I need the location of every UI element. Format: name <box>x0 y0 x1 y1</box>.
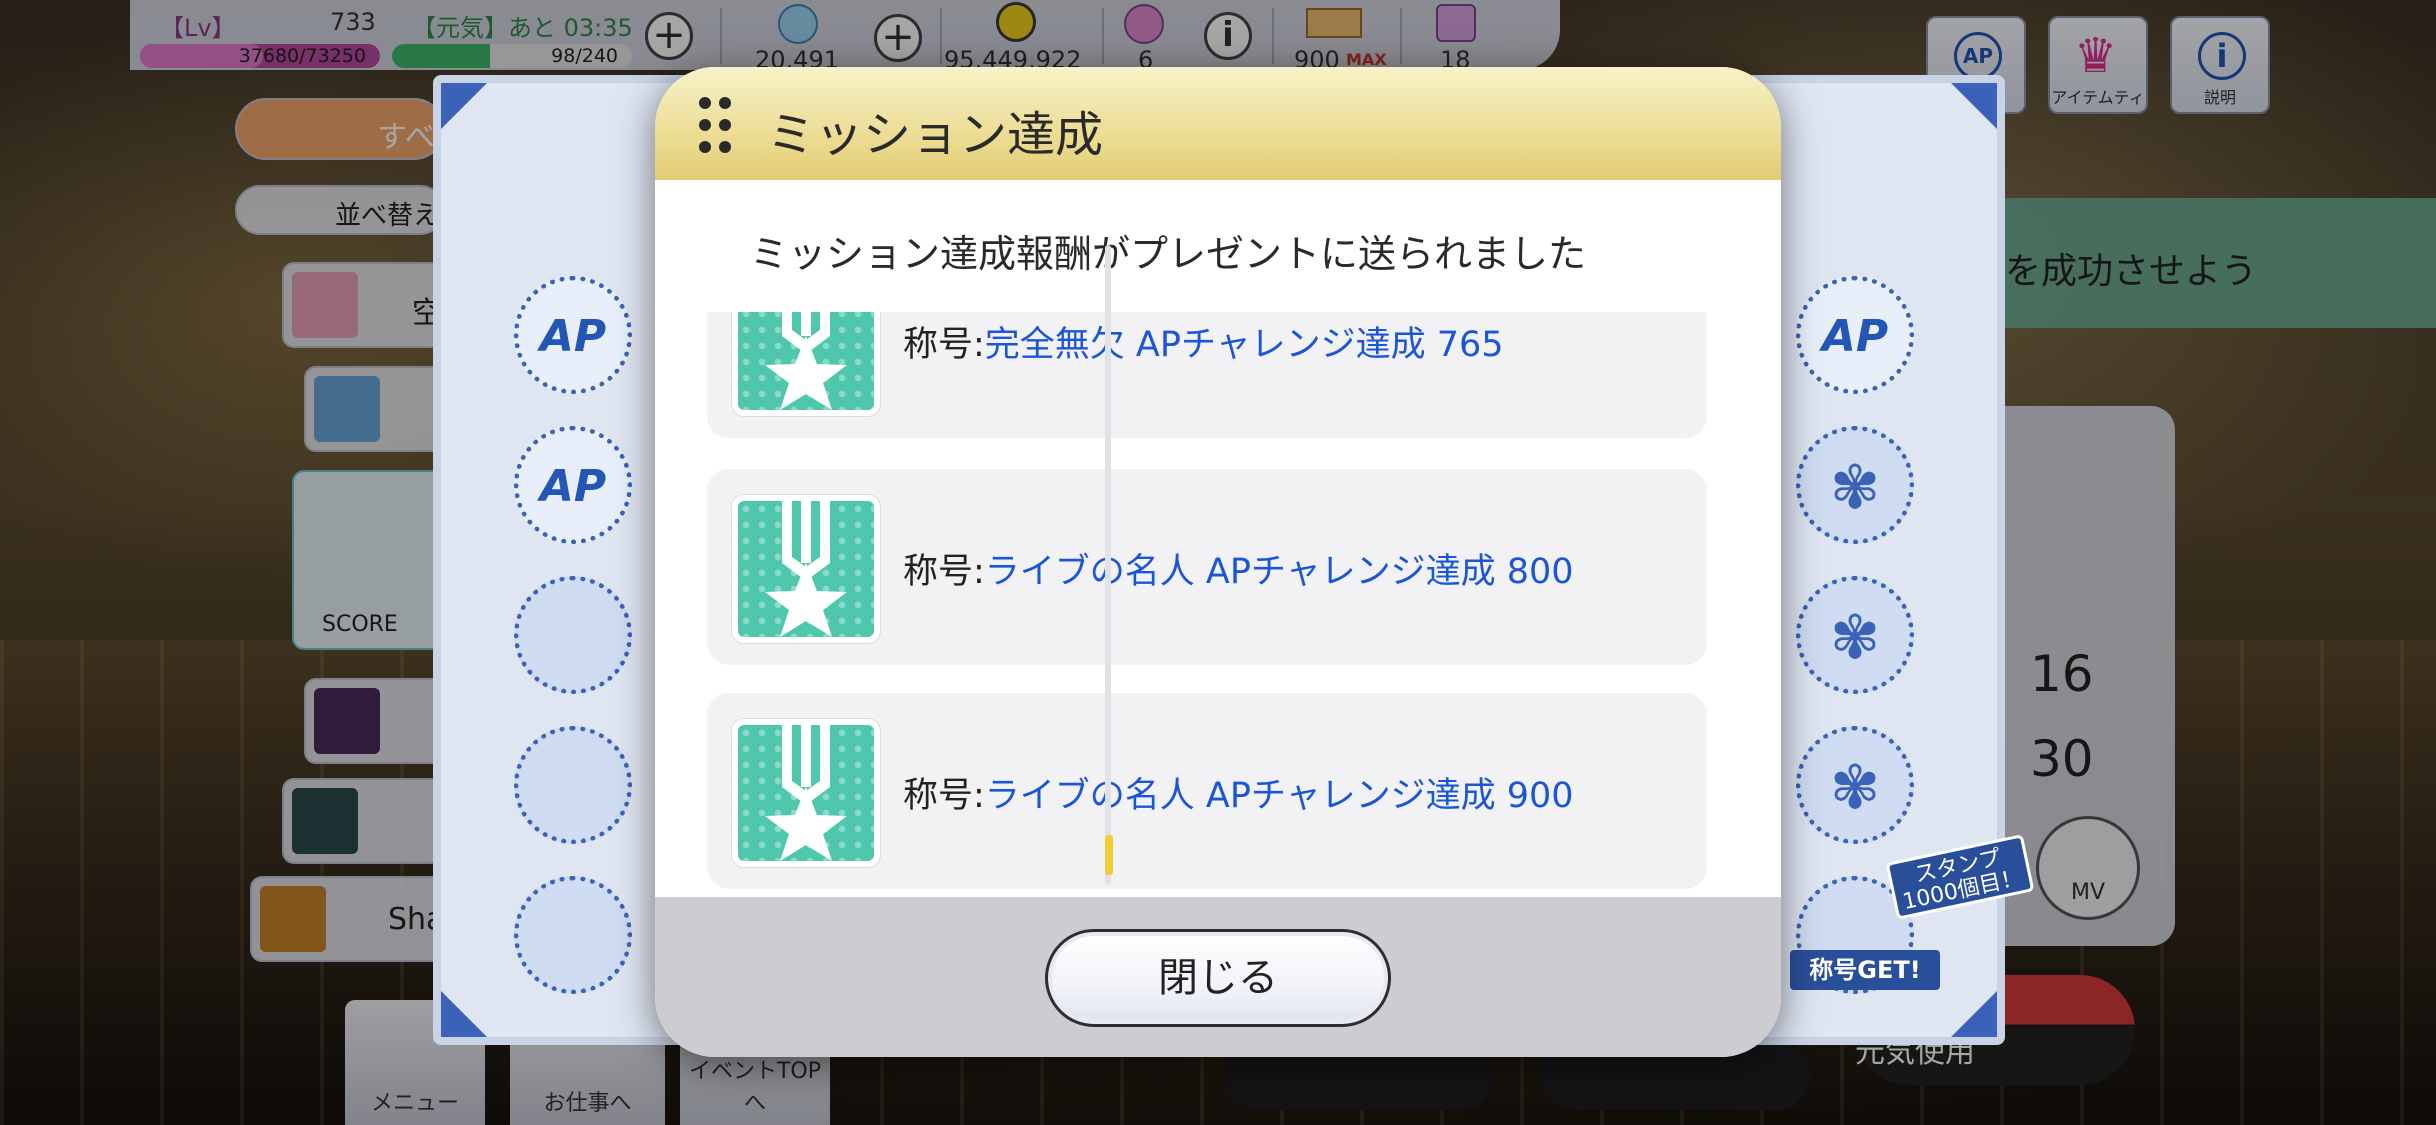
medal-icon <box>732 312 880 416</box>
card-corner <box>441 991 487 1037</box>
empty-stamp-slot <box>514 576 632 694</box>
empty-stamp-slot <box>514 876 632 994</box>
card-corner <box>1951 991 1997 1037</box>
butterfly-stamp-icon: ✾ <box>1796 726 1914 844</box>
reward-list[interactable]: 称号:完全無欠 APチャレンジ達成 765 称号:ライブの名人 APチャレンジ達… <box>707 312 1717 952</box>
ap-stamp-icon <box>514 426 632 544</box>
ap-stamp-icon <box>1796 276 1914 394</box>
grip-icon <box>699 97 733 155</box>
reward-row: 称号:ライブの名人 APチャレンジ達成 800 <box>707 469 1707 665</box>
scrollbar-track[interactable] <box>1105 245 1111 885</box>
close-button[interactable]: 閉じる <box>1045 929 1391 1027</box>
reward-row: 称号:ライブの名人 APチャレンジ達成 900 <box>707 693 1707 889</box>
title-get-badge: 称号GET! <box>1790 950 1940 990</box>
reward-text: 称号:ライブの名人 APチャレンジ達成 800 <box>903 552 1574 592</box>
medal-icon <box>732 719 880 867</box>
ap-stamp-icon <box>514 276 632 394</box>
empty-stamp-slot <box>514 726 632 844</box>
scrollbar-thumb[interactable] <box>1105 835 1113 875</box>
dialog-title: ミッション達成 <box>767 107 1104 163</box>
butterfly-stamp-icon: ✾ <box>1796 426 1914 544</box>
butterfly-stamp-icon: ✾ <box>1796 576 1914 694</box>
dialog-header: ミッション達成 <box>655 67 1781 180</box>
reward-text: 称号:ライブの名人 APチャレンジ達成 900 <box>903 776 1574 816</box>
card-corner <box>1951 83 1997 129</box>
medal-icon <box>732 495 880 643</box>
dialog-message: ミッション達成報酬がプレゼントに送られました <box>750 232 1587 276</box>
reward-text: 称号:完全無欠 APチャレンジ達成 765 <box>903 325 1504 365</box>
reward-row: 称号:完全無欠 APチャレンジ達成 765 <box>707 312 1707 438</box>
card-corner <box>441 83 487 129</box>
